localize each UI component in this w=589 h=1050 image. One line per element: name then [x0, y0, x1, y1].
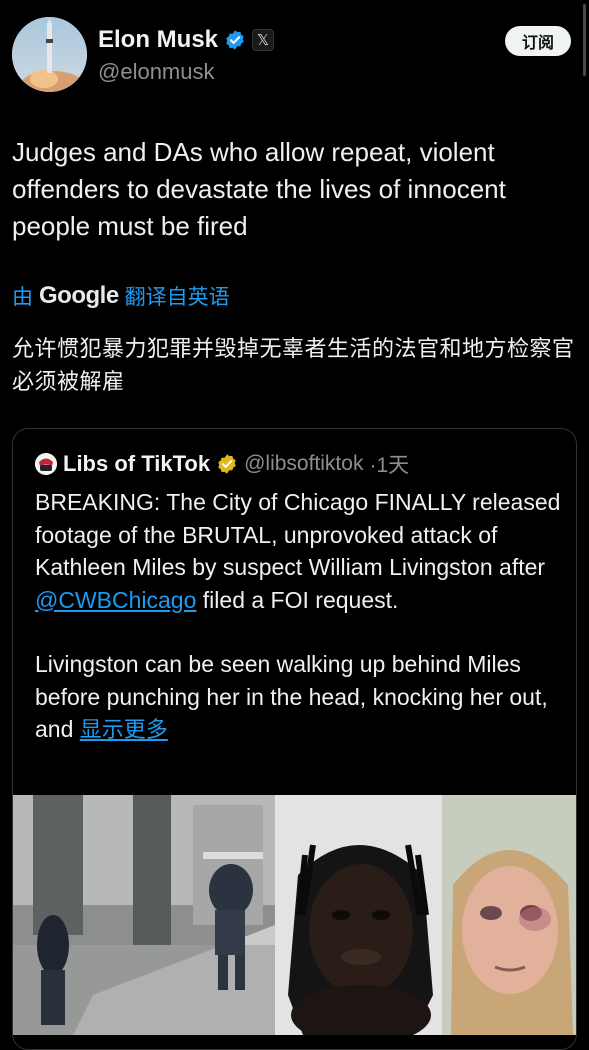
mention-link[interactable]: @CWBChicago — [35, 587, 196, 613]
scroll-indicator[interactable] — [583, 4, 586, 76]
x-logo-icon: 𝕏 — [252, 29, 275, 51]
tweet-header: Elon Musk 𝕏 @elonmusk 订阅 — [12, 17, 571, 97]
quoted-author-avatar[interactable] — [35, 453, 57, 475]
tweet-text: Judges and DAs who allow repeat, violent… — [12, 137, 506, 241]
subscribe-button[interactable]: 订阅 — [505, 26, 571, 56]
quoted-tweet-time: ·1天 — [369, 454, 410, 477]
quoted-text-part1: BREAKING: The City of Chicago FINALLY re… — [35, 489, 561, 580]
translation-attribution[interactable]: 由 Google 翻译自英语 — [12, 281, 230, 311]
translate-prefix: 由 — [12, 285, 33, 309]
quoted-tweet-text: BREAKING: The City of Chicago FINALLY re… — [35, 486, 565, 748]
quoted-author-name[interactable]: Libs of TikTok — [63, 451, 210, 477]
suspect-photo — [275, 795, 442, 1035]
video-still — [13, 795, 275, 1035]
translated-text: 允许惯犯暴力犯罪并毁掉无辜者生活的法官和地方检察官必须被解雇 — [12, 337, 575, 395]
author-name[interactable]: Elon Musk — [98, 26, 218, 54]
verified-check-icon — [226, 30, 244, 50]
translate-suffix: 翻译自英语 — [124, 285, 230, 309]
quoted-text-part2: filed a FOI request. — [196, 586, 399, 613]
author-avatar[interactable] — [12, 17, 87, 92]
author-handle[interactable]: @elonmusk — [98, 59, 215, 85]
quoted-author-handle[interactable]: @libsoftiktok — [244, 452, 363, 476]
quoted-media[interactable] — [13, 795, 576, 1035]
show-more-link[interactable]: 显示更多 — [80, 718, 168, 743]
quoted-tweet-card[interactable]: Libs of TikTok @libsoftiktok ·1天 BREAKIN… — [12, 428, 577, 1050]
quoted-tweet-header: Libs of TikTok @libsoftiktok ·1天 — [35, 449, 409, 479]
gold-verified-icon — [218, 454, 236, 474]
google-logo: Google — [39, 282, 119, 309]
victim-photo — [442, 795, 576, 1035]
